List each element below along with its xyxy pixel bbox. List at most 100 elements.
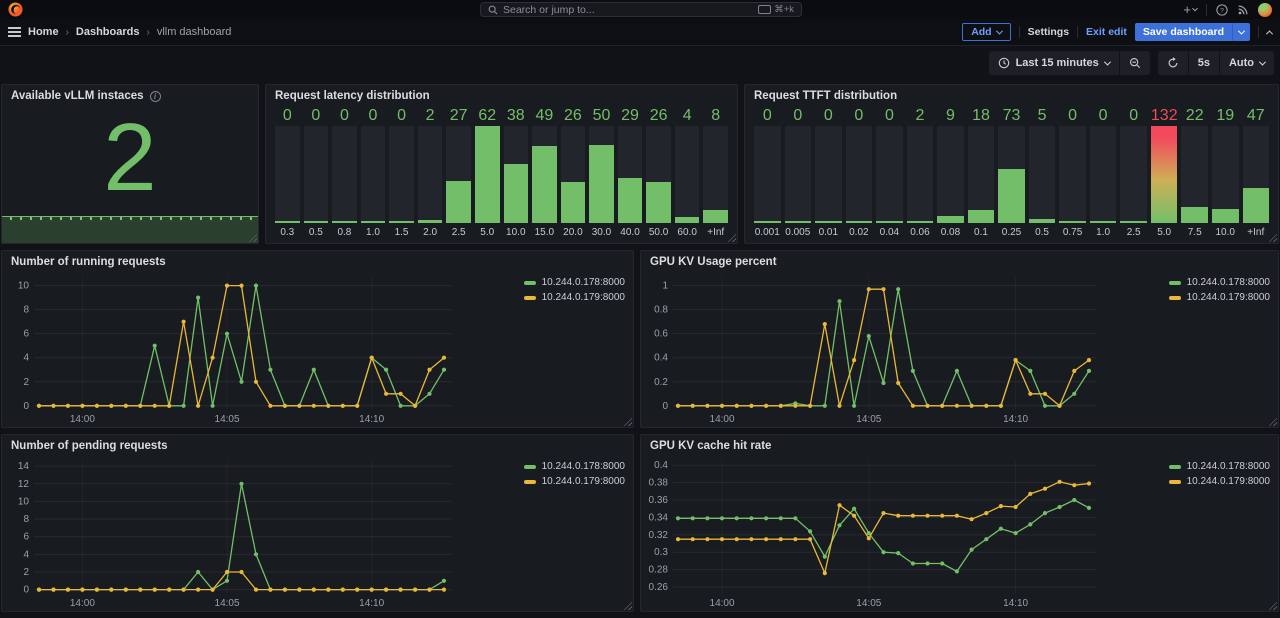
svg-text:14:05: 14:05 (856, 414, 881, 425)
bar-value: 8 (703, 106, 728, 126)
bar-value: 0 (876, 106, 903, 126)
bar-track (876, 126, 903, 223)
svg-text:4: 4 (23, 353, 29, 364)
menu-toggle-icon[interactable] (8, 27, 21, 37)
legend-series-label: 10.244.0.179:8000 (542, 476, 625, 487)
svg-text:14:10: 14:10 (359, 414, 384, 425)
panel-title[interactable]: GPU KV cache hit rate (641, 435, 1278, 453)
save-options-caret[interactable] (1232, 23, 1250, 41)
bar-label: 1.5 (389, 223, 414, 239)
svg-text:14:00: 14:00 (70, 598, 95, 609)
bar-fill (754, 221, 781, 223)
bar-fill (1090, 221, 1117, 223)
breadcrumb-home[interactable]: Home (28, 26, 59, 38)
bar-label: 0.5 (304, 223, 329, 239)
bar-track (646, 126, 671, 223)
breadcrumb-dashboards[interactable]: Dashboards (76, 26, 140, 38)
legend-series-label: 10.244.0.179:8000 (542, 292, 625, 303)
bar-fill (475, 126, 500, 223)
bar-fill (1212, 209, 1239, 223)
bar-value: 0 (389, 106, 414, 126)
bar-track (968, 126, 995, 223)
time-range-picker[interactable]: Last 15 minutes (989, 51, 1119, 75)
breadcrumb-current[interactable]: vllm dashboard (157, 26, 232, 38)
bar-fill (361, 221, 386, 223)
chevron-down-icon (1259, 58, 1266, 65)
svg-text:0: 0 (23, 585, 29, 596)
add-menu-button[interactable]: + (1183, 3, 1197, 16)
divider (1206, 4, 1207, 16)
svg-text:14: 14 (18, 461, 30, 472)
bar-label: +Inf (1243, 223, 1270, 239)
dashboard-grid: Available vLLM instaces i 2 Request late… (0, 80, 1280, 612)
legend-series-color (1169, 281, 1181, 285)
bar-label: 30.0 (589, 223, 614, 239)
grafana-logo-icon[interactable] (8, 2, 23, 17)
user-avatar[interactable] (1258, 3, 1272, 17)
panel-title[interactable]: Request TTFT distribution (745, 85, 1278, 103)
bar-column: 00.5 (304, 106, 329, 239)
chevron-down-icon (1238, 27, 1245, 34)
bar-fill (1243, 188, 1270, 223)
news-rss-icon[interactable] (1237, 4, 1249, 16)
chevron-down-icon (996, 27, 1003, 34)
legend-item[interactable]: 10.244.0.179:8000 (1169, 292, 1270, 303)
bar-track (815, 126, 842, 223)
bar-column: 8+Inf (703, 106, 728, 239)
refresh-button[interactable] (1158, 51, 1188, 75)
search-input[interactable]: Search or jump to... ⌘+k (480, 2, 802, 17)
save-dashboard-button[interactable]: Save dashboard (1135, 23, 1250, 41)
svg-text:8: 8 (23, 305, 29, 316)
add-button[interactable]: Add (962, 23, 1010, 41)
settings-button[interactable]: Settings (1028, 26, 1069, 38)
svg-text:0: 0 (23, 401, 29, 412)
bar-value: 26 (646, 106, 671, 126)
bar-column: 1910.0 (1212, 106, 1239, 239)
bar-column: 00.01 (815, 106, 842, 239)
svg-text:0.2: 0.2 (654, 377, 668, 388)
bar-fill (998, 169, 1025, 223)
svg-text:0.4: 0.4 (654, 353, 668, 364)
bar-track (475, 126, 500, 223)
legend-item[interactable]: 10.244.0.178:8000 (1169, 461, 1270, 472)
bar-track (1212, 126, 1239, 223)
bar-label: 0.5 (1029, 223, 1056, 239)
legend-item[interactable]: 10.244.0.179:8000 (524, 476, 625, 487)
legend-series-color (1169, 480, 1181, 484)
bar-value: 0 (275, 106, 300, 126)
legend-series-color (524, 296, 536, 300)
legend-item[interactable]: 10.244.0.178:8000 (1169, 277, 1270, 288)
bar-value: 49 (532, 106, 557, 126)
bar-label: 0.3 (275, 223, 300, 239)
zoom-out-button[interactable] (1120, 51, 1150, 75)
bar-column: 22.0 (418, 106, 443, 239)
bar-fill (304, 221, 329, 223)
panel-title[interactable]: Request latency distribution (266, 85, 737, 103)
bar-column: 50.5 (1029, 106, 1056, 239)
legend-item[interactable]: 10.244.0.179:8000 (524, 292, 625, 303)
refresh-mode-picker[interactable]: Auto (1220, 51, 1274, 75)
bar-value: 38 (504, 106, 529, 126)
svg-text:?: ? (1220, 7, 1224, 14)
legend-item[interactable]: 10.244.0.178:8000 (524, 461, 625, 472)
refresh-interval-label[interactable]: 5s (1189, 51, 1219, 75)
legend-item[interactable]: 10.244.0.178:8000 (524, 277, 625, 288)
exit-edit-button[interactable]: Exit edit (1086, 26, 1127, 38)
panel-title[interactable]: Number of running requests (2, 251, 633, 269)
panel-title[interactable]: Number of pending requests (2, 435, 633, 453)
bar-label: 0.08 (937, 223, 964, 239)
panel-gpu-kv-cache-hit-rate: GPU KV cache hit rate 0.260.280.30.320.3… (640, 434, 1279, 612)
bar-label: 2.5 (1120, 223, 1147, 239)
svg-text:14:00: 14:00 (710, 414, 735, 425)
svg-text:14:05: 14:05 (856, 598, 881, 609)
svg-text:14:05: 14:05 (215, 414, 240, 425)
bar-column: 00.8 (332, 106, 357, 239)
bar-label: 0.25 (998, 223, 1025, 239)
panel-title[interactable]: GPU KV Usage percent (641, 251, 1278, 269)
help-icon[interactable]: ? (1216, 4, 1228, 16)
bar-column: 01.5 (389, 106, 414, 239)
bar-fill (646, 182, 671, 223)
bar-fill (846, 221, 873, 223)
collapse-toolbar-icon[interactable] (1266, 30, 1273, 37)
legend-item[interactable]: 10.244.0.179:8000 (1169, 476, 1270, 487)
